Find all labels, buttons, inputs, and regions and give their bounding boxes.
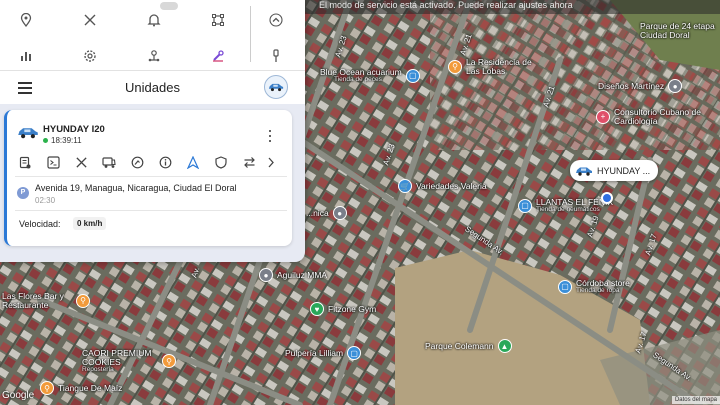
food-icon: ⚲ <box>162 354 176 369</box>
poi-variedades-valeria[interactable]: 🛒 Variedades Valeria <box>398 179 487 193</box>
card-divider <box>15 210 287 211</box>
unit-address: Avenida 19, Managua, Nicaragua, Ciudad E… <box>35 183 237 193</box>
tools-icon[interactable] <box>209 47 227 65</box>
page-title: Unidades <box>125 80 180 95</box>
poi-name: Parque de 24 etapa Ciudad Doral <box>640 21 715 40</box>
park-icon: ▲ <box>497 339 512 353</box>
top-toolbar <box>0 0 305 70</box>
bell-icon[interactable] <box>145 11 163 29</box>
geofence-icon[interactable] <box>209 11 227 29</box>
poi-blue-ocean[interactable]: Blue Ocean acuarium Tienda de peces ▢ <box>320 68 420 84</box>
poi-name: Pulpería Lilliam <box>285 347 344 358</box>
drag-handle[interactable] <box>160 2 178 10</box>
google-logo: Google <box>2 390 35 401</box>
poi-name: ...nica <box>306 207 329 218</box>
location-pin-icon[interactable] <box>17 11 35 29</box>
info-icon[interactable] <box>157 154 173 170</box>
unit-time-text: 18:39:11 <box>51 136 82 145</box>
poi-sub: Repostería <box>82 365 114 373</box>
food-icon: ⚲ <box>448 59 462 74</box>
poi-cordoba-store[interactable]: ▢ Córdoba store Tienda de ropa <box>558 279 630 295</box>
poi-las-flores[interactable]: Las Flores Bar y Restaurante ⚲ <box>2 292 90 310</box>
poi-sub: Tienda de peces <box>334 75 382 83</box>
service-mode-banner: El modo de servicio está activado. Puede… <box>305 0 720 14</box>
poi-name: Las Flores Bar y Restaurante <box>2 291 64 310</box>
card-divider <box>15 176 287 177</box>
share-icon[interactable] <box>73 154 89 170</box>
shopping-bag-icon: ▢ <box>347 346 362 360</box>
poi-name: Parque Colemann <box>425 340 494 351</box>
poi-consultorio[interactable]: + Consultorio Cubano de Cardiología <box>596 108 704 126</box>
poi-name: Tiangue De Maíz <box>58 382 123 393</box>
vehicle-marker-label[interactable]: HYUNDAY ... <box>570 160 659 181</box>
panel-header: Unidades <box>0 70 305 104</box>
address-time: 02:30 <box>35 196 56 205</box>
map-data-link[interactable]: Datos del mapa <box>671 396 720 404</box>
poi-name: Fitzone Gym <box>328 303 377 314</box>
route-icon[interactable] <box>145 47 163 65</box>
more-options-icon[interactable] <box>269 130 273 142</box>
poi-name: Consultorio Cubano de Cardiología <box>614 107 701 126</box>
unit-name: HYUNDAY I20 <box>43 124 105 135</box>
unit-card[interactable]: HYUNDAY I20 18:39:11 P Avenida 19, Manag… <box>4 110 292 246</box>
address-badge: P <box>17 187 29 199</box>
poi-tiangue-maiz[interactable]: ⚲ Tiangue De Maíz <box>40 381 122 395</box>
poi-parque-colemann[interactable]: Parque Colemann ▲ <box>425 339 512 353</box>
food-icon: ⚲ <box>40 381 54 395</box>
replay-icon[interactable] <box>129 154 145 170</box>
navigation-icon[interactable] <box>185 154 201 170</box>
poi-aguiluz-mma[interactable]: ● Aguiluz MMA <box>259 268 327 282</box>
place-icon: ● <box>332 206 347 220</box>
medical-icon: + <box>596 109 610 124</box>
chevron-right-icon[interactable] <box>263 154 279 170</box>
settings-icon[interactable] <box>81 47 99 65</box>
gym-icon: ♥ <box>310 302 324 316</box>
shopping-bag-icon: ▢ <box>405 68 420 83</box>
poi-fitzone-gym[interactable]: ♥ Fitzone Gym <box>310 302 376 316</box>
poi-name: Aguiluz MMA <box>277 269 328 280</box>
chevron-up-icon[interactable] <box>267 11 285 29</box>
poi-name: Variedades Valeria <box>416 180 487 191</box>
unit-last-update: 18:39:11 <box>43 136 82 145</box>
terminal-icon[interactable] <box>45 154 61 170</box>
speed-label: Velocidad: <box>19 219 61 229</box>
shopping-bag-icon: ▢ <box>558 279 572 294</box>
speed-value: 0 km/h <box>73 217 107 230</box>
shopping-cart-icon: 🛒 <box>398 179 412 193</box>
poi-sub: Tienda de ropa <box>576 286 620 294</box>
poi-la-residencia[interactable]: ⚲ La Residencia de Las Lobas <box>448 58 546 76</box>
car-icon <box>576 167 592 176</box>
poi-name: CAORI PREMIUM COOKIES <box>82 348 152 367</box>
pin-icon[interactable] <box>267 47 285 65</box>
poi-clinica[interactable]: ...nica ● <box>306 206 347 220</box>
poi-disenos-martinez[interactable]: Diseños Martínez ● <box>598 79 683 93</box>
food-icon: ⚲ <box>76 293 90 308</box>
car-icon <box>18 128 38 139</box>
status-dot <box>43 138 48 143</box>
unit-actions <box>15 154 291 172</box>
vehicle-location-dot[interactable] <box>601 192 613 204</box>
place-icon: ● <box>668 79 683 93</box>
toolbar-divider <box>250 6 251 62</box>
trip-icon[interactable] <box>101 154 117 170</box>
car-icon <box>268 83 284 92</box>
poi-name: Diseños Martínez <box>598 80 665 91</box>
units-panel: Unidades HYUNDAY I20 18:39:11 P Avenida … <box>0 0 305 262</box>
shopping-bag-icon: ▢ <box>518 198 532 213</box>
poi-parque-doral[interactable]: Parque de 24 etapa Ciudad Doral <box>640 22 720 40</box>
poi-pulperia-lilliam[interactable]: Pulpería Lilliam ▢ <box>285 346 362 360</box>
car-avatar-button[interactable] <box>264 75 288 99</box>
poi-name: La Residencia de Las Lobas <box>466 57 532 76</box>
vehicle-marker-name: HYUNDAY ... <box>597 165 651 176</box>
swap-icon[interactable] <box>241 154 257 170</box>
poi-llantas-fenix[interactable]: ▢ LLANTAS EL FÉNIX Tienda de neumáticos <box>518 198 613 214</box>
bar-chart-icon[interactable] <box>17 47 35 65</box>
poi-sub: Tienda de neumáticos <box>536 205 600 213</box>
poi-caori-cookies[interactable]: CAORI PREMIUM COOKIES Repostería ⚲ <box>82 349 176 374</box>
place-icon: ● <box>259 268 273 282</box>
share-icon[interactable] <box>81 11 99 29</box>
report-icon[interactable] <box>17 154 33 170</box>
shield-icon[interactable] <box>213 154 229 170</box>
